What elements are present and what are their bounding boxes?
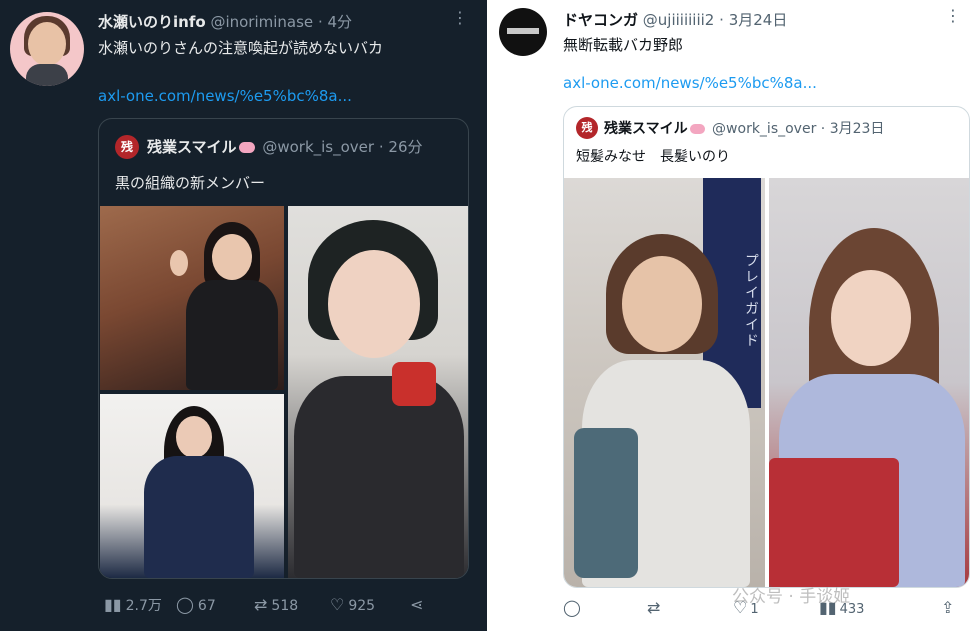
photo-grid: プレイガイド [564,178,969,587]
quote-author-name[interactable]: 残業スマイル [147,138,237,156]
photo-1[interactable] [100,206,284,390]
avatar-face [28,22,66,66]
photo-grid [100,206,468,578]
share-icon: ⇪ [941,598,955,617]
share-icon: ⋖ [410,595,424,614]
photo-figure [294,376,464,578]
separator-dot: · [820,121,826,137]
photo-figure [170,250,188,276]
reply-icon: ◯ [176,595,194,614]
author-handle[interactable]: @inoriminase [210,13,313,31]
photo-2[interactable] [769,178,969,587]
tweet-time[interactable]: 3月24日 [729,11,788,29]
pig-emoji-icon [689,124,705,134]
photo-figure [392,362,436,406]
photo-figure [212,234,252,280]
light-tweet-panel: ドヤコンガ @ujiiiiiiii2 · 3月24日 ⋮ 無断転載バカ野郎 ax… [487,0,978,631]
photo-figure [176,416,212,458]
share-button[interactable]: ⋖ [410,595,427,614]
quote-author-handle[interactable]: @work_is_over [712,121,816,137]
tweet-header: ドヤコンガ @ujiiiiiiii2 · 3月24日 [563,9,787,30]
reply-count: 67 [197,598,216,614]
more-icon[interactable]: ⋮ [945,6,961,25]
heart-icon: ♡ [733,598,748,617]
views-icon: ▮▮ [104,595,122,614]
retweet-button[interactable]: ⇄ 518 [254,595,298,614]
tweet-text: 無断転載バカ野郎 [563,36,684,54]
separator-dot: · [719,11,724,29]
photo-figure [144,456,254,578]
quote-time[interactable]: 26分 [388,138,422,156]
photo-figure [574,428,638,578]
photo-figure [622,256,702,352]
quote-tweet[interactable]: 残 残業スマイル @work_is_over · 3月23日 短髪みなせ 長髪い… [563,106,970,588]
views-count: 433 [839,602,865,617]
tweet-link[interactable]: axl-one.com/news/%e5%bc%8a... [563,74,817,92]
more-icon[interactable]: ⋮ [452,8,468,27]
retweet-button[interactable]: ⇄ [647,598,663,617]
reply-icon: ◯ [563,598,581,617]
retweet-icon: ⇄ [254,595,268,614]
reply-button[interactable]: ◯ 67 [176,595,216,614]
quote-author-name[interactable]: 残業スマイル [604,121,688,137]
author-name[interactable]: ドヤコンガ [563,11,638,29]
share-button[interactable]: ⇪ [941,598,957,617]
tweet-time[interactable]: 4分 [328,13,353,31]
separator-dot: · [378,138,384,156]
retweet-count: 518 [271,598,299,614]
pig-emoji-icon [238,142,255,153]
quote-author-handle[interactable]: @work_is_over [262,138,374,156]
author-avatar[interactable] [499,8,547,56]
photo-3[interactable] [288,206,468,578]
photo-figure [328,250,420,358]
avatar-body [26,64,68,86]
quote-text: 黒の組織の新メンバー [115,174,266,192]
author-avatar[interactable] [10,12,84,86]
quote-avatar[interactable]: 残 [576,117,598,139]
views-count: 2.7万 [125,598,162,614]
reply-button[interactable]: ◯ [563,598,584,617]
photo-2[interactable] [100,394,284,578]
like-count: 925 [348,598,376,614]
heart-icon: ♡ [330,595,345,614]
quote-tweet[interactable]: 残 残業スマイル @work_is_over · 26分 黒の組織の新メンバー [98,118,469,579]
quote-time[interactable]: 3月23日 [830,121,885,137]
quote-header: 残業スマイル @work_is_over · 3月23日 [604,118,884,138]
retweet-icon: ⇄ [647,598,661,617]
quote-header: 残業スマイル @work_is_over · 26分 [147,136,423,157]
tweet-link[interactable]: axl-one.com/news/%e5%bc%8a... [98,87,352,105]
photo-figure [769,458,899,587]
like-button[interactable]: ♡ 1 [733,598,759,617]
views-icon: ▮▮ [819,598,837,617]
separator-dot: · [317,13,323,31]
like-count: 1 [750,602,759,617]
tweet-header: 水瀬いのりinfo @inoriminase · 4分 [98,11,352,32]
quote-avatar[interactable]: 残 [115,135,139,159]
author-handle[interactable]: @ujiiiiiiii2 [643,11,715,29]
avatar-logo [507,28,539,34]
dark-tweet-panel: 水瀬いのりinfo @inoriminase · 4分 ⋮ 水瀬いのりさんの注意… [0,0,487,631]
action-bar: ▮▮ 2.7万 ◯ 67 ⇄ 518 ♡ 925 ⋖ [104,595,434,615]
photo-figure [831,270,911,366]
views-button[interactable]: ▮▮ 2.7万 [104,595,162,615]
author-name[interactable]: 水瀬いのりinfo [98,13,206,31]
photo-1[interactable]: プレイガイド [564,178,765,587]
tweet-text: 水瀬いのりさんの注意喚起が読めないバカ [98,39,384,57]
like-button[interactable]: ♡ 925 [330,595,375,614]
quote-text: 短髪みなせ 長髪いのり [576,149,730,165]
views-button[interactable]: ▮▮ 433 [819,598,864,617]
action-bar: ◯ ⇄ ♡ 1 ▮▮ 433 ⇪ [563,598,963,620]
photo-figure [186,280,278,390]
